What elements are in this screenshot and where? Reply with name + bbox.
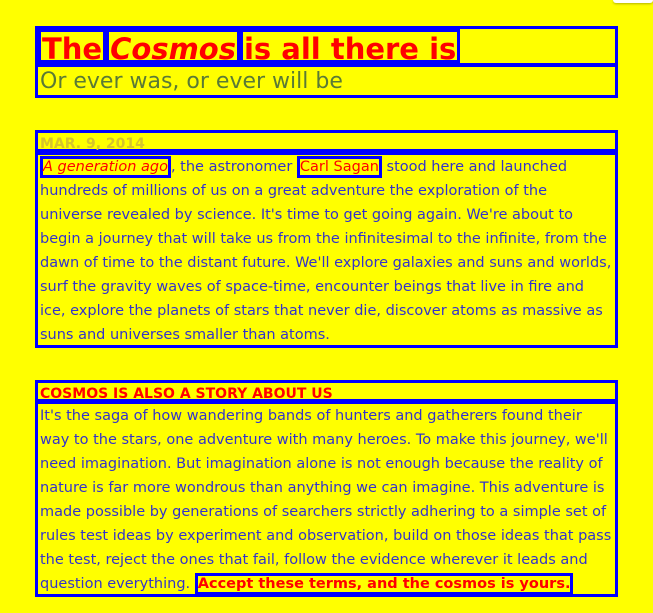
accept-terms-callout: Accept these terms, and the cosmos is yo… — [194, 573, 574, 595]
article-body: A generation ago, the astronomer Carl Sa… — [35, 152, 618, 348]
generation-link[interactable]: A generation ago — [40, 156, 171, 178]
article-date: MAR. 9, 2014 — [35, 130, 618, 152]
section-text: It's the saga of how wandering bands of … — [40, 408, 612, 592]
page-subtitle: Or ever was, or ever will be — [35, 64, 618, 98]
window-corner — [613, 0, 653, 3]
section-heading: COSMOS IS ALSO A STORY ABOUT US — [35, 380, 618, 402]
section-body: It's the saga of how wandering bands of … — [35, 401, 618, 597]
title-part-the: The — [38, 29, 107, 66]
article-text-segment: , the astronomer — [170, 159, 297, 175]
page-title: The Cosmos is all there is — [35, 26, 618, 66]
title-part-rest: is all there is — [239, 29, 461, 66]
article-text-segment: stood here and launched hundreds of mill… — [40, 159, 612, 343]
carl-sagan-link[interactable]: Carl Sagan — [296, 156, 382, 178]
title-part-cosmos: Cosmos — [106, 29, 240, 66]
